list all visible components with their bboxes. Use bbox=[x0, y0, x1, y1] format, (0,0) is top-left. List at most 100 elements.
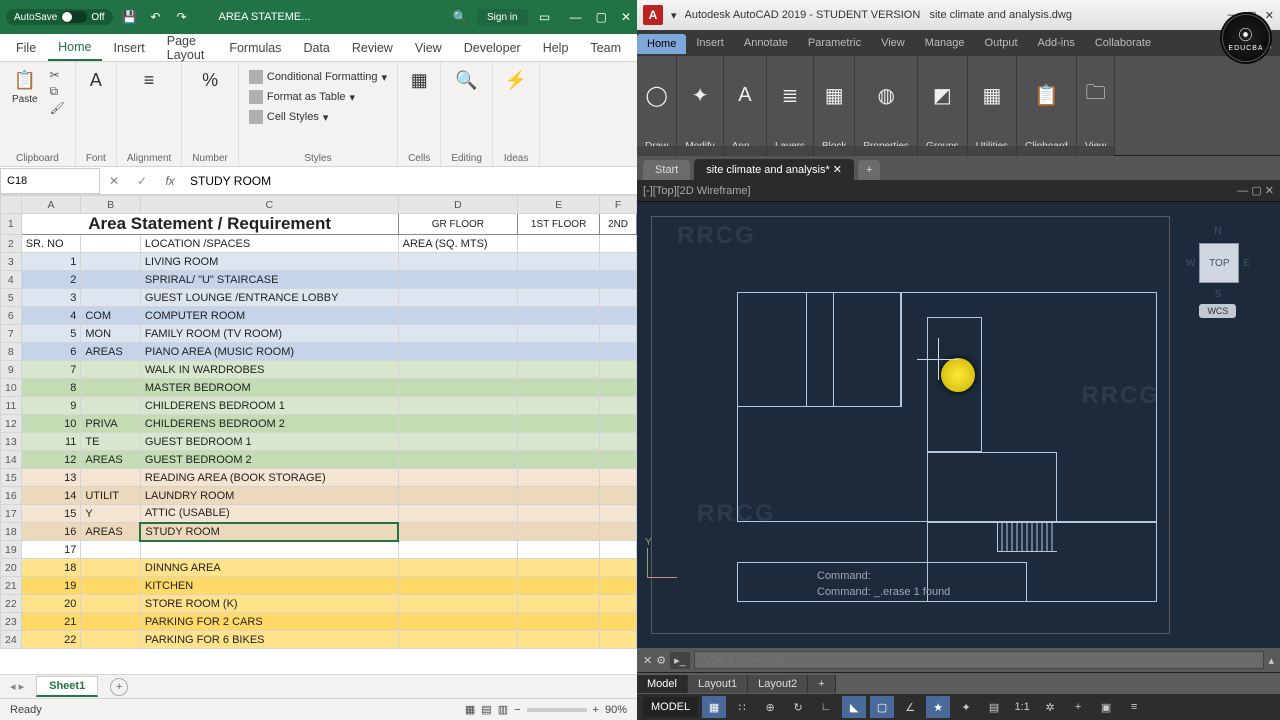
fullscreen-icon[interactable]: ▣ bbox=[1094, 696, 1118, 718]
autosave-toggle[interactable]: AutoSave Off bbox=[6, 9, 113, 25]
cell[interactable] bbox=[600, 505, 637, 523]
cell[interactable]: 6 bbox=[21, 343, 81, 361]
cell[interactable]: AREAS bbox=[81, 523, 141, 541]
add-sheet-button[interactable]: + bbox=[110, 678, 128, 696]
cell[interactable] bbox=[600, 451, 637, 469]
cell[interactable]: STUDY ROOM bbox=[140, 523, 398, 541]
menu-tab-insert[interactable]: Insert bbox=[686, 33, 734, 53]
cell[interactable] bbox=[398, 325, 518, 343]
command-input[interactable] bbox=[694, 651, 1265, 669]
cell[interactable]: AREAS bbox=[81, 451, 141, 469]
cell[interactable]: 7 bbox=[21, 361, 81, 379]
cell[interactable] bbox=[600, 379, 637, 397]
menu-tab-output[interactable]: Output bbox=[975, 33, 1028, 53]
cell[interactable]: PARKING FOR 6 BIKES bbox=[140, 631, 398, 649]
menu-tab-manage[interactable]: Manage bbox=[915, 33, 975, 53]
menu-tab-add-ins[interactable]: Add-ins bbox=[1028, 33, 1085, 53]
cell[interactable]: 19 bbox=[21, 577, 81, 595]
viewcube-west[interactable]: W bbox=[1186, 258, 1195, 269]
ribbon-group-utilities[interactable]: ▦Utilities bbox=[968, 56, 1017, 155]
cell[interactable] bbox=[398, 361, 518, 379]
cmd-expand-icon[interactable]: ▴ bbox=[1268, 654, 1274, 667]
ribbon-group-layers[interactable]: ≣Layers bbox=[767, 56, 814, 155]
cell[interactable] bbox=[518, 379, 600, 397]
cell[interactable] bbox=[518, 559, 600, 577]
worksheet[interactable]: ABCDEF1Area Statement / RequirementGR FL… bbox=[0, 195, 637, 674]
cmd-close-icon[interactable]: ✕ bbox=[643, 654, 652, 667]
layout-tab-layout2[interactable]: Layout2 bbox=[748, 675, 808, 693]
cell[interactable] bbox=[140, 541, 398, 559]
cell[interactable] bbox=[518, 253, 600, 271]
cell[interactable]: 14 bbox=[21, 487, 81, 505]
viewcube[interactable]: N W TOP E S WCS bbox=[1186, 226, 1250, 318]
cell[interactable]: COMPUTER ROOM bbox=[140, 307, 398, 325]
format-as-table-button[interactable]: Format as Table ▾ bbox=[249, 88, 355, 106]
cell[interactable]: TE bbox=[81, 433, 141, 451]
col-header[interactable]: F bbox=[600, 196, 637, 214]
cell[interactable] bbox=[518, 523, 600, 541]
cell[interactable]: COM bbox=[81, 307, 141, 325]
grid-icon[interactable]: ▦ bbox=[702, 696, 726, 718]
ribbon-group-ann[interactable]: AAnn... bbox=[724, 56, 767, 155]
cell[interactable] bbox=[600, 325, 637, 343]
cell[interactable]: PIANO AREA (MUSIC ROOM) bbox=[140, 343, 398, 361]
ribbon-tab-formulas[interactable]: Formulas bbox=[219, 36, 291, 60]
cell[interactable]: CHILDERENS BEDROOM 2 bbox=[140, 415, 398, 433]
cell[interactable] bbox=[600, 631, 637, 649]
cell[interactable] bbox=[398, 523, 518, 541]
col-header[interactable]: A bbox=[21, 196, 81, 214]
cell[interactable]: ATTIC (USABLE) bbox=[140, 505, 398, 523]
cmd-options-icon[interactable]: ⚙ bbox=[656, 654, 666, 667]
cell[interactable] bbox=[518, 613, 600, 631]
ribbon-tab-developer[interactable]: Developer bbox=[454, 36, 531, 60]
ribbon-tab-team[interactable]: Team bbox=[580, 36, 631, 60]
paste-button[interactable]: 📋Paste bbox=[10, 68, 40, 107]
cell[interactable] bbox=[518, 289, 600, 307]
ribbon-group-properties[interactable]: ◍Properties bbox=[855, 56, 918, 155]
ribbon-group-groups[interactable]: ◩Groups bbox=[918, 56, 968, 155]
cell[interactable] bbox=[600, 595, 637, 613]
cell[interactable]: MASTER BEDROOM bbox=[140, 379, 398, 397]
cell[interactable] bbox=[81, 613, 141, 631]
cell[interactable]: 16 bbox=[21, 523, 81, 541]
cell[interactable]: 3 bbox=[21, 289, 81, 307]
cell[interactable] bbox=[518, 361, 600, 379]
cell[interactable]: AREAS bbox=[81, 343, 141, 361]
cell[interactable] bbox=[600, 523, 637, 541]
cell[interactable]: LIVING ROOM bbox=[140, 253, 398, 271]
cell[interactable]: GUEST BEDROOM 2 bbox=[140, 451, 398, 469]
cell[interactable] bbox=[398, 595, 518, 613]
cycling-icon[interactable]: ▤ bbox=[982, 696, 1006, 718]
cell[interactable] bbox=[600, 415, 637, 433]
menu-tab-annotate[interactable]: Annotate bbox=[734, 33, 798, 53]
infer-icon[interactable]: ⊕ bbox=[758, 696, 782, 718]
menu-tab-parametric[interactable]: Parametric bbox=[798, 33, 871, 53]
cell[interactable] bbox=[518, 631, 600, 649]
snap-icon[interactable]: ∷ bbox=[730, 696, 754, 718]
menu-tab-collaborate[interactable]: Collaborate bbox=[1085, 33, 1161, 53]
ribbon-tab-file[interactable]: File bbox=[6, 36, 46, 60]
cell[interactable]: 11 bbox=[21, 433, 81, 451]
cell[interactable]: 22 bbox=[21, 631, 81, 649]
cell[interactable] bbox=[81, 289, 141, 307]
cell[interactable] bbox=[398, 487, 518, 505]
viewport-close-icon[interactable]: ✕ bbox=[1265, 185, 1274, 197]
minimize-icon[interactable]: — bbox=[570, 10, 582, 24]
cell[interactable] bbox=[81, 271, 141, 289]
cell[interactable] bbox=[518, 397, 600, 415]
cell[interactable] bbox=[398, 271, 518, 289]
cell[interactable] bbox=[398, 415, 518, 433]
zoom-out-icon[interactable]: − bbox=[514, 704, 520, 716]
cell[interactable] bbox=[81, 595, 141, 613]
cell[interactable] bbox=[398, 631, 518, 649]
view-page-icon[interactable]: ▤ bbox=[481, 703, 491, 716]
cell[interactable]: 9 bbox=[21, 397, 81, 415]
cell[interactable]: 12 bbox=[21, 451, 81, 469]
cell[interactable] bbox=[600, 361, 637, 379]
ribbon-mode-icon[interactable]: ▭ bbox=[536, 8, 554, 26]
cell[interactable] bbox=[518, 487, 600, 505]
cell[interactable]: KITCHEN bbox=[140, 577, 398, 595]
cell[interactable] bbox=[81, 397, 141, 415]
cell[interactable] bbox=[518, 505, 600, 523]
close-icon[interactable]: ✕ bbox=[621, 10, 631, 24]
